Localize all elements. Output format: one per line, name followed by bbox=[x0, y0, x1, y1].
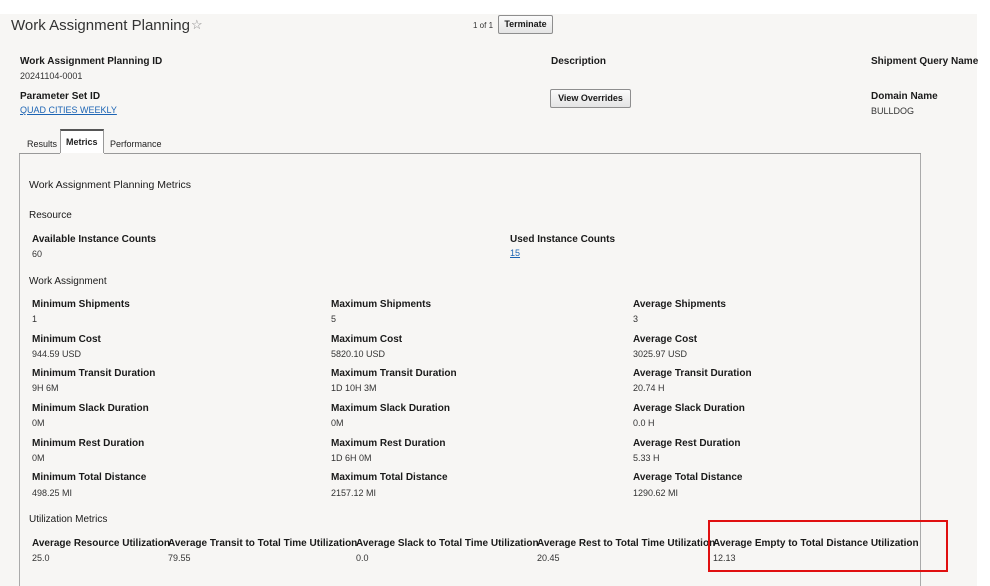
utilization-value: 25.0 bbox=[32, 553, 50, 563]
highlight-box bbox=[708, 520, 948, 572]
metric-label: Maximum Slack Duration bbox=[331, 403, 450, 414]
metric-label: Minimum Rest Duration bbox=[32, 438, 145, 449]
utilization-section-title: Utilization Metrics bbox=[29, 514, 108, 525]
metric-label: Average Slack Duration bbox=[633, 403, 745, 414]
metric-value: 3 bbox=[633, 314, 639, 324]
utilization-value: 20.45 bbox=[537, 553, 560, 563]
available-instance-label: Available Instance Counts bbox=[32, 234, 157, 245]
metric-label: Maximum Transit Duration bbox=[331, 368, 457, 379]
metric-label: Average Rest Duration bbox=[633, 438, 741, 449]
page-title: Work Assignment Planning bbox=[11, 17, 190, 34]
domain-name-label: Domain Name bbox=[871, 91, 938, 102]
metric-value: 9H 6M bbox=[32, 383, 59, 393]
metric-value: 0M bbox=[32, 453, 45, 463]
metrics-title: Work Assignment Planning Metrics bbox=[29, 179, 192, 191]
tab-divider-left bbox=[19, 153, 60, 154]
tab-metrics[interactable]: Metrics bbox=[60, 129, 104, 154]
utilization-label: Average Rest to Total Time Utilization bbox=[537, 538, 716, 549]
metric-value: 5820.10 USD bbox=[331, 349, 386, 359]
utilization-label: Average Slack to Total Time Utilization bbox=[356, 538, 539, 549]
metric-label: Average Shipments bbox=[633, 299, 726, 310]
metric-label: Minimum Shipments bbox=[32, 299, 130, 310]
metric-value: 1290.62 MI bbox=[633, 488, 679, 498]
metric-label: Maximum Rest Duration bbox=[331, 438, 446, 449]
utilization-value: 0.0 bbox=[356, 553, 369, 563]
wap-id-label: Work Assignment Planning ID bbox=[20, 56, 163, 67]
metric-value: 5.33 H bbox=[633, 453, 660, 463]
metric-label: Minimum Transit Duration bbox=[32, 368, 156, 379]
utilization-value: 79.55 bbox=[168, 553, 191, 563]
utilization-label: Average Transit to Total Time Utilizatio… bbox=[168, 538, 358, 549]
utilization-label: Average Resource Utilization bbox=[32, 538, 171, 549]
used-instance-link[interactable]: 15 bbox=[510, 248, 520, 258]
terminate-button[interactable]: Terminate bbox=[498, 15, 553, 34]
pager-text: 1 of 1 bbox=[473, 21, 494, 30]
available-instance-value: 60 bbox=[32, 249, 43, 259]
metric-value: 1D 10H 3M bbox=[331, 383, 377, 393]
favorite-star-icon[interactable]: ☆ bbox=[191, 17, 203, 33]
metric-value: 0M bbox=[331, 418, 344, 428]
metric-value: 20.74 H bbox=[633, 383, 665, 393]
used-instance-label: Used Instance Counts bbox=[510, 234, 616, 245]
view-overrides-button[interactable]: View Overrides bbox=[550, 89, 631, 108]
metric-value: 1 bbox=[32, 314, 38, 324]
metric-value: 3025.97 USD bbox=[633, 349, 688, 359]
metric-label: Maximum Shipments bbox=[331, 299, 432, 310]
wap-id-value: 20241104-0001 bbox=[20, 71, 83, 81]
metric-label: Average Cost bbox=[633, 334, 698, 345]
metric-label: Average Transit Duration bbox=[633, 368, 752, 379]
resource-section-title: Resource bbox=[29, 210, 72, 221]
tab-divider-right bbox=[104, 153, 921, 154]
parameter-set-label: Parameter Set ID bbox=[20, 91, 101, 102]
metric-value: 0.0 H bbox=[633, 418, 655, 428]
metric-value: 0M bbox=[32, 418, 45, 428]
work-assignment-section-title: Work Assignment bbox=[29, 276, 107, 287]
tab-performance[interactable]: Performance bbox=[110, 130, 162, 153]
domain-name-value: BULLDOG bbox=[871, 106, 915, 116]
metric-value: 944.59 USD bbox=[32, 349, 82, 359]
metric-label: Average Total Distance bbox=[633, 472, 743, 483]
metric-label: Maximum Cost bbox=[331, 334, 403, 345]
metric-label: Maximum Total Distance bbox=[331, 472, 448, 483]
tab-results[interactable]: Results bbox=[27, 130, 57, 153]
metric-label: Minimum Total Distance bbox=[32, 472, 147, 483]
metric-label: Minimum Cost bbox=[32, 334, 101, 345]
shipment-query-label: Shipment Query Name bbox=[871, 56, 979, 67]
metric-label: Minimum Slack Duration bbox=[32, 403, 149, 414]
description-label: Description bbox=[551, 56, 607, 67]
parameter-set-link[interactable]: QUAD CITIES WEEKLY bbox=[20, 105, 117, 115]
metric-value: 2157.12 MI bbox=[331, 488, 377, 498]
metric-value: 498.25 MI bbox=[32, 488, 73, 498]
metric-value: 5 bbox=[331, 314, 337, 324]
metric-value: 1D 6H 0M bbox=[331, 453, 372, 463]
